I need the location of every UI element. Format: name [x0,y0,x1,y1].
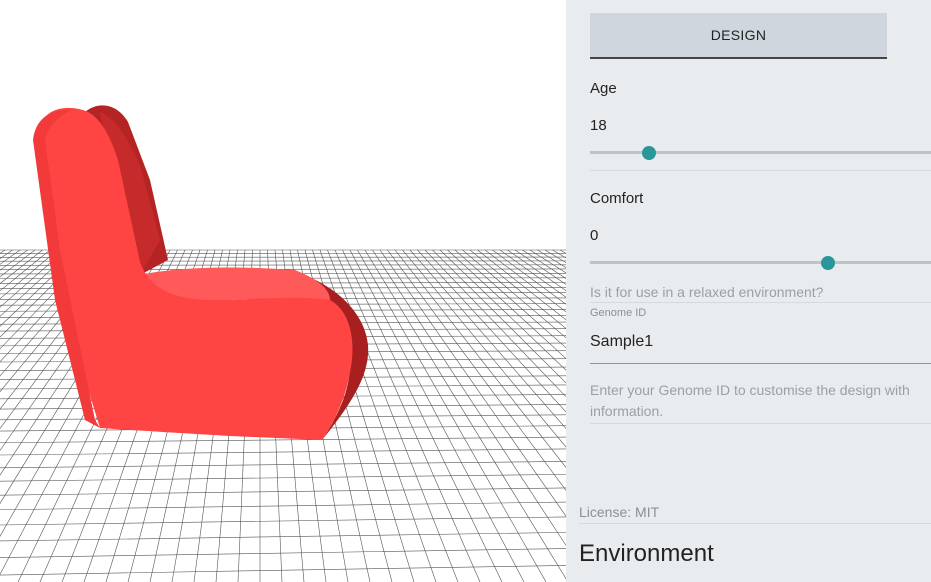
grid-line [0,249,43,284]
grid-line [477,249,566,321]
age-label: Age [590,80,617,97]
genome-id-input[interactable]: Sample1 [590,333,931,364]
license-divider [579,523,931,524]
grid-line [0,249,36,278]
comfort-hint: Is it for use in a relaxed environment? [590,284,824,300]
environment-section-title: Environment [579,540,714,567]
comfort-slider-track[interactable] [590,261,931,264]
age-value: 18 [590,117,607,134]
grid-line [342,249,503,582]
3d-viewport[interactable] [0,0,566,582]
genome-id-hint: Enter your Genome ID to customise the de… [590,382,910,419]
grid-line [0,474,566,482]
settings-panel: DESIGN Age 18 Comfort 0 Is it for use in… [566,0,931,582]
grid-line [0,565,566,576]
grid-line [0,249,21,265]
grid-line [0,249,51,292]
genome-divider [590,423,931,424]
grid-line [0,501,566,511]
design-button[interactable]: DESIGN [590,13,887,59]
grid-line [499,249,566,298]
comfort-label: Comfort [590,190,644,207]
genome-id-value: Sample1 [590,333,654,350]
grid-line [0,249,13,260]
age-divider [590,170,931,171]
comfort-slider-thumb[interactable] [821,256,836,270]
grid-line [0,487,566,496]
comfort-divider [590,302,931,303]
grid-line [0,532,566,542]
grid-line [349,249,525,582]
grid-line [0,249,28,271]
age-slider-thumb[interactable] [641,146,656,160]
grid-line [357,249,547,582]
scene-canvas[interactable] [0,0,566,582]
license-text: License: MIT [579,504,660,520]
grid-line [0,448,566,456]
genome-id-label: Genome ID [590,307,647,319]
grid-line [0,548,566,558]
chair-model[interactable] [33,105,369,440]
comfort-value: 0 [590,227,599,244]
grid-line [0,461,566,469]
